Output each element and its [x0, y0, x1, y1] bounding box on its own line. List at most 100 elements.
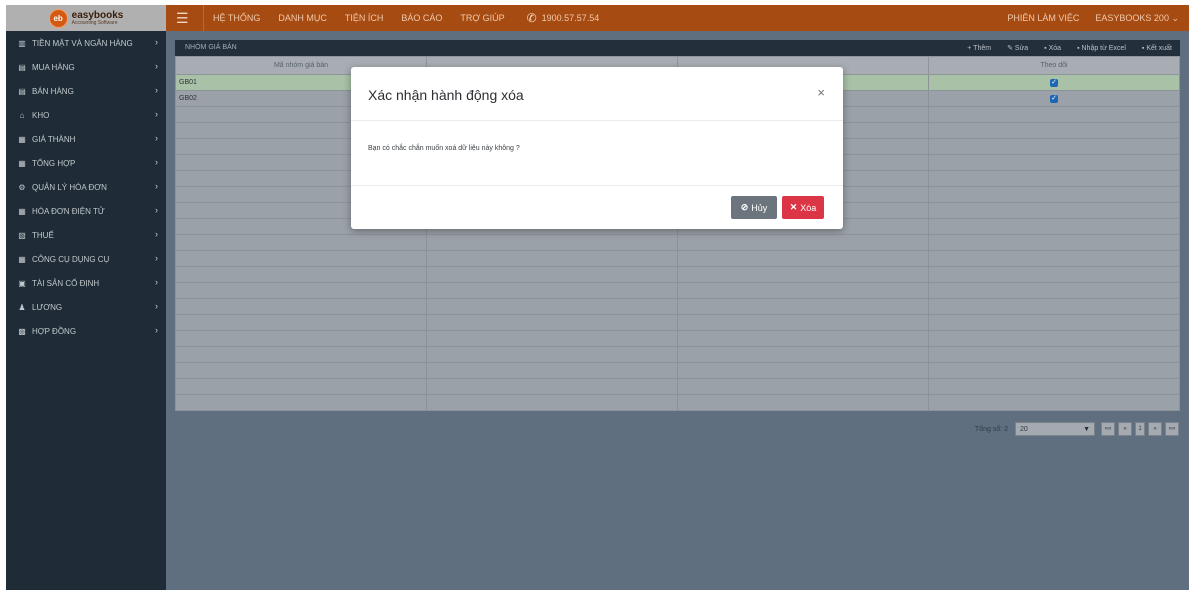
- document-icon: ▦: [18, 254, 26, 264]
- chevron-right-icon: ›: [155, 61, 158, 71]
- sidebar-item-label: QUẢN LÝ HÓA ĐƠN: [32, 182, 107, 192]
- prev-page-button[interactable]: «: [1118, 422, 1132, 436]
- empty-row: [175, 298, 1180, 315]
- empty-row: [175, 330, 1180, 347]
- sidebar-item-kho[interactable]: ⌂ KHO ›: [6, 103, 166, 127]
- sidebar-item-tien-mat[interactable]: ▥ TIỀN MẶT VÀ NGÂN HÀNG ›: [6, 31, 166, 55]
- warehouse-icon: ⌂: [19, 110, 25, 120]
- chevron-right-icon: ›: [155, 253, 158, 263]
- empty-row: [175, 394, 1180, 411]
- export-button[interactable]: ▪ Kết xuất: [1142, 45, 1172, 52]
- chevron-right-icon: ›: [155, 301, 158, 311]
- edit-button[interactable]: ✎ Sửa: [1007, 44, 1028, 52]
- sidebar-item-label: KHO: [32, 110, 50, 120]
- sidebar-item-label: MUA HÀNG: [32, 62, 75, 72]
- contract-icon: ▩: [18, 326, 26, 336]
- empty-row: [175, 234, 1180, 251]
- nav-tien-ich[interactable]: TIỆN ÍCH: [345, 13, 384, 23]
- sidebar-item-label: THUẾ: [32, 230, 54, 240]
- chevron-right-icon: ›: [155, 325, 158, 335]
- chevron-right-icon: ›: [155, 205, 158, 215]
- asset-icon: ▣: [18, 278, 26, 288]
- confirm-delete-button[interactable]: ✕ Xóa: [782, 196, 824, 219]
- chevron-right-icon: ›: [155, 133, 158, 143]
- delete-button[interactable]: ▪ Xóa: [1044, 45, 1061, 52]
- page-number-button[interactable]: 1: [1135, 422, 1145, 436]
- chevron-right-icon: ›: [155, 157, 158, 167]
- close-x-icon: ✕: [789, 202, 798, 212]
- session-menu[interactable]: PHIÊN LÀM VIỆC: [1007, 13, 1079, 23]
- nav-bao-cao[interactable]: BÁO CÁO: [401, 13, 442, 23]
- dialog-title: Xác nhận hành động xóa: [368, 87, 524, 103]
- sidebar-item-label: BÁN HÀNG: [32, 86, 74, 96]
- dialog-message: Bạn có chắc chắn muốn xoá dữ liệu này kh…: [368, 145, 520, 152]
- sidebar-item-label: HÓA ĐƠN ĐIỆN TỬ: [32, 206, 105, 216]
- top-nav: HỆ THỐNG DANH MỤC TIỆN ÍCH BÁO CÁO TRỢ G…: [203, 5, 599, 31]
- toolbar: NHÓM GIÁ BÁN + Thêm ✎ Sửa ▪ Xóa ▪ Nhập t…: [175, 40, 1180, 56]
- empty-row: [175, 314, 1180, 331]
- nav-tro-giup[interactable]: TRỢ GIÚP: [460, 13, 504, 23]
- chevron-down-icon: ▼: [1083, 425, 1090, 433]
- add-button[interactable]: + Thêm: [967, 45, 991, 52]
- checkbox-checked-icon[interactable]: ✓: [1050, 78, 1058, 87]
- hamburger-menu-icon[interactable]: ☰: [176, 10, 192, 26]
- nav-he-thong[interactable]: HỆ THỐNG: [213, 13, 260, 23]
- import-excel-button[interactable]: ▪ Nhập từ Excel: [1077, 45, 1126, 52]
- empty-row: [175, 266, 1180, 283]
- sidebar-item-label: LƯƠNG: [32, 302, 63, 312]
- sidebar-item-hop-dong[interactable]: ▩ HỢP ĐỒNG ›: [6, 319, 166, 343]
- logo[interactable]: eb easybooks Accounting Software: [6, 5, 166, 31]
- logo-icon: eb: [48, 8, 68, 28]
- pencil-icon: ✎: [1007, 45, 1013, 52]
- cancel-button[interactable]: ⊘ Hủy: [731, 196, 777, 219]
- sidebar-item-tong-hop[interactable]: ▦ TỔNG HỢP ›: [6, 151, 166, 175]
- document-icon: ▦: [18, 158, 26, 168]
- trash-icon: ▪: [1044, 44, 1047, 52]
- empty-row: [175, 410, 1180, 411]
- sidebar-item-hoa-don-dien-tu[interactable]: ▦ HÓA ĐƠN ĐIỆN TỬ ›: [6, 199, 166, 223]
- checkbox-checked-icon[interactable]: ✓: [1050, 94, 1058, 103]
- pagination: Tổng số: 2 20 ▼ «« « 1 » »»: [975, 422, 1179, 436]
- empty-row: [175, 378, 1180, 395]
- total-count: Tổng số: 2: [974, 425, 1008, 433]
- sidebar-item-mua-hang[interactable]: ▤ MUA HÀNG ›: [6, 55, 166, 79]
- sidebar-item-label: TIỀN MẶT VÀ NGÂN HÀNG: [32, 38, 133, 48]
- nav-danh-muc[interactable]: DANH MỤC: [278, 13, 327, 23]
- empty-row: [175, 250, 1180, 267]
- sidebar-item-ban-hang[interactable]: ▤ BÁN HÀNG ›: [6, 79, 166, 103]
- next-page-button[interactable]: »: [1148, 422, 1162, 436]
- hotline-number: 1900.57.57.54: [541, 13, 600, 23]
- file-icon: ▪: [1077, 44, 1080, 52]
- confirm-delete-dialog: Xác nhận hành động xóa × Bạn có chắc chắ…: [351, 67, 843, 229]
- sidebar-item-luong[interactable]: ♟ LƯƠNG ›: [6, 295, 166, 319]
- sidebar-item-cong-cu[interactable]: ▦ CÔNG CỤ DỤNG CỤ ›: [6, 247, 166, 271]
- page-title: NHÓM GIÁ BÁN: [185, 44, 237, 51]
- empty-row: [175, 282, 1180, 299]
- first-page-button[interactable]: ««: [1101, 422, 1115, 436]
- page-size-select[interactable]: 20 ▼: [1015, 422, 1095, 436]
- dialog-footer: ⊘ Hủy ✕ Xóa: [351, 186, 843, 229]
- chevron-right-icon: ›: [155, 277, 158, 287]
- chevron-right-icon: ›: [155, 37, 158, 47]
- file-icon: ▪: [1141, 44, 1145, 52]
- brand-subtitle: Accounting Software: [71, 19, 118, 26]
- brand-name: easybooks: [71, 9, 124, 21]
- sidebar-item-quan-ly-hoa-don[interactable]: ⚙ QUẢN LÝ HÓA ĐƠN ›: [6, 175, 166, 199]
- cart-icon: ▤: [18, 62, 26, 72]
- close-icon[interactable]: ×: [817, 85, 825, 100]
- dialog-body: Bạn có chắc chắn muốn xoá dữ liệu này kh…: [351, 121, 843, 186]
- document-icon: ▦: [18, 134, 26, 144]
- sidebar-item-gia-thanh[interactable]: ▦ GIÁ THÀNH ›: [6, 127, 166, 151]
- sidebar-item-label: HỢP ĐỒNG: [32, 326, 77, 336]
- cart-icon: ▤: [18, 86, 26, 96]
- ban-icon: ⊘: [740, 202, 749, 212]
- chevron-right-icon: ›: [155, 181, 158, 191]
- empty-row: [175, 362, 1180, 379]
- chevron-right-icon: ›: [155, 229, 158, 239]
- column-header-tracked[interactable]: Theo dõi: [928, 56, 1180, 75]
- sidebar-item-thue[interactable]: ▧ THUẾ ›: [6, 223, 166, 247]
- account-menu[interactable]: EASYBOOKS 200 ⌄: [1095, 13, 1179, 24]
- sidebar-item-tai-san[interactable]: ▣ TÀI SẢN CỐ ĐỊNH ›: [6, 271, 166, 295]
- last-page-button[interactable]: »»: [1165, 422, 1179, 436]
- chevron-right-icon: ›: [155, 85, 158, 95]
